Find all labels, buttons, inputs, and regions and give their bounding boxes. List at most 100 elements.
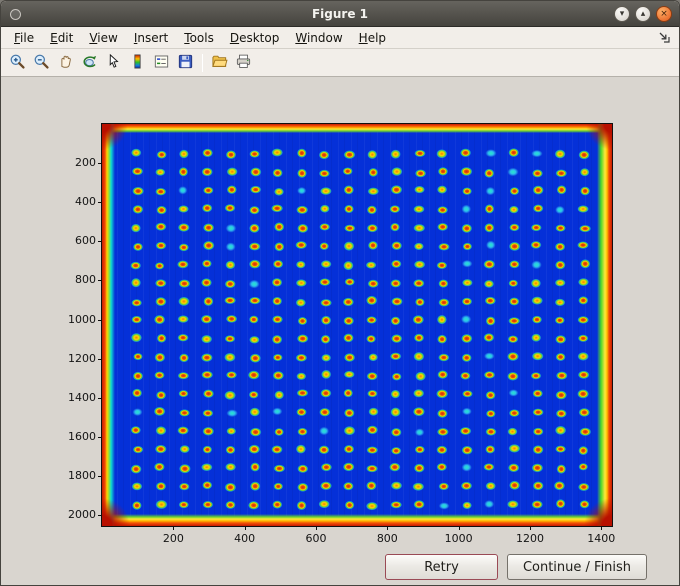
rotate-3d-button[interactable] bbox=[78, 51, 101, 74]
close-button[interactable]: × bbox=[656, 6, 672, 22]
spot bbox=[435, 389, 449, 399]
spot bbox=[271, 277, 283, 287]
menu-file[interactable]: File bbox=[14, 31, 34, 45]
open-file-button[interactable] bbox=[208, 51, 231, 74]
spot bbox=[250, 462, 261, 472]
spot bbox=[390, 407, 401, 417]
spot bbox=[508, 260, 520, 269]
spot bbox=[271, 407, 283, 416]
menu-tools[interactable]: Tools bbox=[184, 31, 214, 45]
spot bbox=[436, 445, 448, 455]
spot bbox=[483, 352, 495, 361]
spot bbox=[484, 204, 495, 214]
spot bbox=[413, 223, 426, 233]
spot bbox=[391, 167, 403, 177]
maximize-button[interactable]: ▴ bbox=[635, 6, 651, 22]
spot bbox=[390, 446, 402, 455]
menu-help[interactable]: Help bbox=[359, 31, 386, 45]
menu-insert[interactable]: Insert bbox=[134, 31, 168, 45]
spot bbox=[438, 242, 450, 251]
spot bbox=[367, 279, 380, 288]
titlebar[interactable]: Figure 1 ▾ ▴ × bbox=[1, 1, 679, 27]
spot bbox=[297, 223, 309, 234]
spot bbox=[414, 169, 427, 178]
spot bbox=[318, 169, 331, 178]
spot bbox=[319, 204, 330, 213]
spot bbox=[507, 371, 519, 381]
insert-legend-button[interactable] bbox=[150, 51, 173, 74]
spot bbox=[178, 500, 190, 509]
spot bbox=[462, 501, 472, 510]
dock-figure-icon[interactable] bbox=[657, 30, 673, 46]
spot bbox=[554, 205, 565, 215]
x-tick-mark bbox=[387, 526, 389, 530]
pan-button[interactable] bbox=[54, 51, 77, 74]
spot bbox=[507, 167, 519, 177]
spot bbox=[391, 241, 403, 251]
spot bbox=[270, 204, 284, 213]
spot bbox=[367, 187, 380, 196]
spot bbox=[297, 482, 309, 492]
menu-edit[interactable]: Edit bbox=[50, 31, 73, 45]
spot bbox=[344, 204, 354, 214]
spot bbox=[131, 482, 143, 491]
spot bbox=[249, 185, 262, 194]
spot bbox=[461, 462, 473, 472]
continue-finish-button[interactable]: Continue / Finish bbox=[507, 554, 647, 580]
spot bbox=[224, 482, 237, 493]
spot bbox=[390, 279, 402, 288]
spot bbox=[318, 445, 330, 455]
menu-view[interactable]: View bbox=[89, 31, 117, 45]
spot bbox=[413, 499, 425, 509]
spot bbox=[414, 428, 425, 437]
spot bbox=[555, 390, 568, 400]
spot bbox=[201, 167, 213, 177]
spot bbox=[579, 186, 591, 196]
minimize-button[interactable]: ▾ bbox=[614, 6, 630, 22]
spot bbox=[343, 408, 355, 418]
window-menu-icon[interactable] bbox=[10, 9, 21, 20]
retry-button[interactable]: Retry bbox=[385, 554, 498, 580]
y-tick-mark bbox=[98, 163, 102, 165]
spot bbox=[296, 389, 309, 397]
data-cursor-button[interactable] bbox=[102, 51, 125, 74]
spots-layer bbox=[130, 148, 592, 511]
spot bbox=[530, 372, 542, 380]
spot bbox=[156, 150, 167, 159]
spot bbox=[578, 407, 591, 417]
x-tick-label: 400 bbox=[234, 532, 256, 545]
spot bbox=[366, 446, 379, 454]
spot bbox=[343, 388, 354, 398]
legend-icon bbox=[153, 53, 170, 73]
print-figure-button[interactable] bbox=[232, 51, 255, 74]
spot bbox=[319, 223, 331, 231]
zoom-in-button[interactable] bbox=[6, 51, 29, 74]
spot bbox=[578, 224, 592, 233]
spot bbox=[156, 333, 167, 343]
spot bbox=[485, 240, 496, 250]
spot bbox=[296, 186, 307, 195]
save-figure-button[interactable] bbox=[174, 51, 197, 74]
menu-desktop[interactable]: Desktop bbox=[230, 31, 280, 45]
spot bbox=[366, 480, 377, 491]
spot bbox=[297, 427, 308, 436]
spot bbox=[532, 204, 544, 213]
spot bbox=[438, 482, 450, 491]
spot bbox=[225, 314, 238, 323]
spot bbox=[390, 259, 402, 269]
spot bbox=[249, 353, 262, 363]
spot bbox=[438, 502, 450, 510]
spot bbox=[508, 443, 521, 453]
spot bbox=[485, 390, 496, 400]
spot bbox=[131, 167, 144, 176]
menu-window[interactable]: Window bbox=[295, 31, 342, 45]
insert-colorbar-button[interactable] bbox=[126, 51, 149, 74]
spot bbox=[532, 445, 544, 455]
zoom-out-button[interactable] bbox=[30, 51, 53, 74]
spot bbox=[413, 388, 425, 398]
spot bbox=[155, 499, 168, 510]
spot bbox=[344, 278, 355, 286]
spot bbox=[201, 334, 213, 344]
spot bbox=[507, 335, 519, 344]
spot bbox=[296, 372, 307, 381]
